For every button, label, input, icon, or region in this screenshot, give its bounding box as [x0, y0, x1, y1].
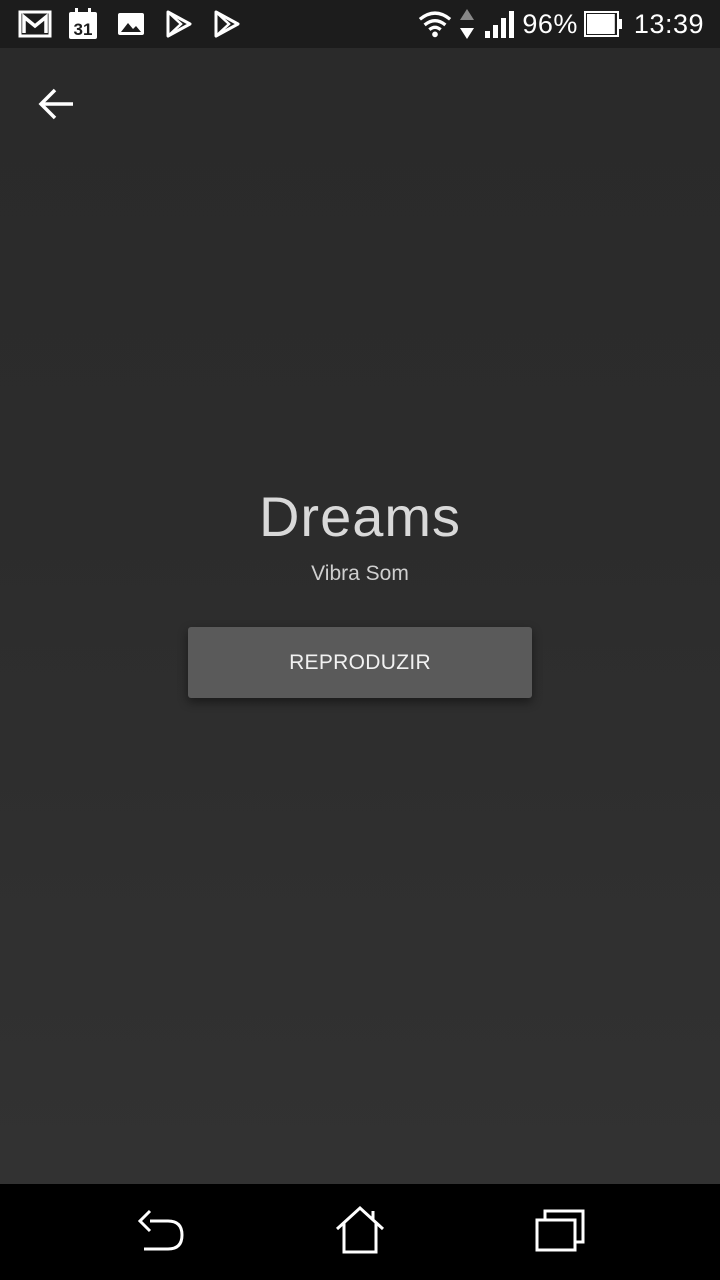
play-store-icon [162, 7, 196, 41]
signal-icon [482, 7, 516, 41]
play-button-label: REPRODUZIR [289, 650, 431, 674]
play-store-icon [210, 7, 244, 41]
system-status: 96% 13:39 [418, 6, 704, 42]
calendar-day: 31 [74, 20, 93, 39]
player-screen: Dreams Vibra Som REPRODUZIR [0, 48, 720, 1184]
play-button[interactable]: REPRODUZIR [188, 627, 532, 698]
status-bar: 31 96% 13:39 [0, 0, 720, 48]
home-nav-icon [333, 1205, 387, 1260]
calendar-icon: 31 [66, 7, 100, 41]
nav-back-button[interactable] [130, 1202, 190, 1262]
battery-percent: 96% [522, 8, 578, 39]
back-nav-icon [134, 1207, 186, 1258]
clock: 13:39 [633, 8, 704, 39]
nav-home-button[interactable] [330, 1202, 390, 1262]
notification-icons: 31 [18, 7, 244, 41]
battery-icon [583, 7, 624, 41]
gallery-icon [114, 7, 148, 41]
back-button[interactable] [28, 78, 84, 134]
arrow-back-icon [37, 87, 75, 126]
wifi-icon [418, 7, 452, 41]
track-artist: Vibra Som [311, 562, 409, 585]
nav-recent-apps-button[interactable] [530, 1202, 590, 1262]
recent-apps-icon [533, 1206, 587, 1259]
gmail-icon [18, 7, 52, 41]
track-title: Dreams [258, 485, 462, 548]
data-transfer-icon [458, 7, 476, 41]
navigation-bar [0, 1184, 720, 1280]
